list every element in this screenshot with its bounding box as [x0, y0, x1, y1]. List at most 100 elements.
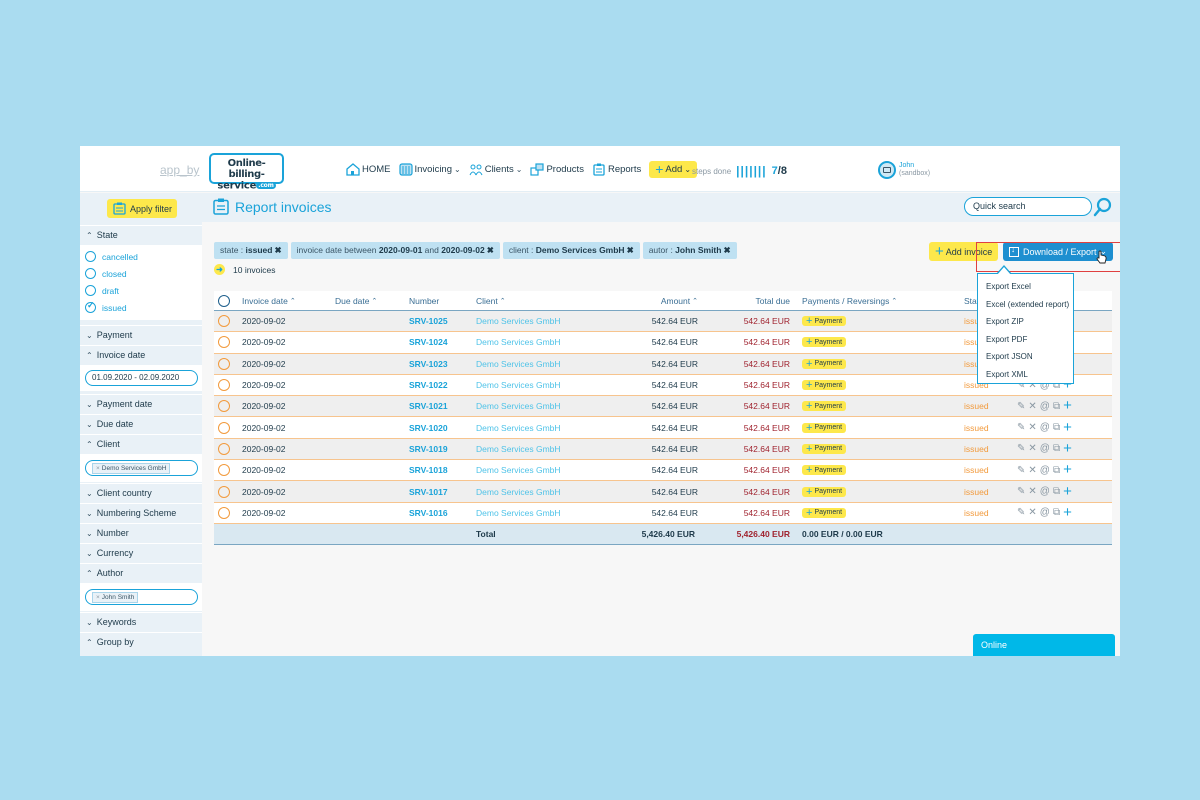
cell-number-link[interactable]: SRV-1020 — [409, 417, 448, 437]
section-due-date[interactable]: ⌄ Due date — [80, 414, 202, 433]
logo[interactable]: Online-billing- service .com — [209, 153, 284, 192]
filter-chip-author[interactable]: autor : John Smith ✖ — [642, 242, 737, 259]
add-payment-button[interactable]: + Payment — [802, 316, 847, 327]
menu-item-export-xml[interactable]: Export XML — [978, 366, 1073, 384]
row-select-checkbox[interactable] — [218, 315, 230, 328]
filter-chip-client[interactable]: client : Demo Services GmbH ✖ — [502, 242, 640, 259]
copy-icon[interactable]: ⧉ — [1053, 422, 1060, 433]
section-payment-date[interactable]: ⌄ Payment date — [80, 394, 202, 413]
cell-client-link[interactable]: Demo Services GmbH — [476, 311, 561, 331]
select-all-checkbox[interactable] — [218, 294, 230, 307]
copy-icon[interactable]: ⧉ — [1053, 465, 1060, 476]
add-icon[interactable]: + — [1063, 420, 1072, 435]
row-select-checkbox[interactable] — [218, 357, 230, 370]
cancel-icon[interactable]: ✕ — [1028, 443, 1036, 454]
edit-icon[interactable]: ✎ — [1017, 401, 1025, 412]
cancel-icon[interactable]: ✕ — [1028, 422, 1036, 433]
section-state[interactable]: ⌃ State — [80, 225, 202, 244]
cell-client-link[interactable]: Demo Services GmbH — [476, 460, 561, 480]
section-numbering-scheme[interactable]: ⌄ Numbering Scheme — [80, 503, 202, 522]
section-number[interactable]: ⌄ Number — [80, 523, 202, 542]
search-icon[interactable] — [1093, 197, 1113, 217]
state-option-draft[interactable]: draft — [80, 282, 202, 299]
add-icon[interactable]: + — [1063, 484, 1072, 499]
col-amount[interactable]: Amount ⌃ — [614, 291, 698, 310]
cancel-icon[interactable]: ✕ — [1028, 465, 1036, 476]
cell-number-link[interactable]: SRV-1016 — [409, 503, 448, 523]
row-select-checkbox[interactable] — [218, 336, 230, 349]
col-due-date[interactable]: Due date ⌃ — [335, 291, 377, 310]
quick-search-input[interactable]: Quick search — [964, 197, 1092, 216]
add-payment-button[interactable]: + Payment — [802, 465, 847, 476]
nav-reports[interactable]: Reports — [592, 163, 641, 176]
nav-invoicing[interactable]: Invoicing ⌄ — [398, 162, 461, 176]
remove-tag-icon[interactable]: × — [96, 465, 100, 472]
col-invoice-date[interactable]: Invoice date ⌃ — [242, 291, 296, 310]
col-client[interactable]: Client ⌃ — [476, 291, 506, 310]
row-select-checkbox[interactable] — [218, 506, 230, 519]
add-payment-button[interactable]: + Payment — [802, 443, 847, 454]
cell-client-link[interactable]: Demo Services GmbH — [476, 503, 561, 523]
row-select-checkbox[interactable] — [218, 400, 230, 413]
row-select-checkbox[interactable] — [218, 464, 230, 477]
author-tag-input[interactable]: × John Smith — [85, 589, 198, 605]
cell-number-link[interactable]: SRV-1025 — [409, 311, 448, 331]
col-payments[interactable]: Payments / Reversings ⌃ — [802, 291, 897, 310]
cell-client-link[interactable]: Demo Services GmbH — [476, 332, 561, 352]
nav-home[interactable]: HOME — [346, 162, 391, 176]
cell-number-link[interactable]: SRV-1017 — [409, 481, 448, 501]
section-client-country[interactable]: ⌄ Client country — [80, 483, 202, 502]
col-number[interactable]: Number — [409, 291, 439, 310]
nav-clients[interactable]: Clients ⌄ — [469, 163, 522, 176]
remove-filter-icon[interactable]: ✖ — [487, 245, 494, 255]
row-select-checkbox[interactable] — [218, 485, 230, 498]
invoice-date-range-input[interactable]: 01.09.2020 - 02.09.2020 — [85, 370, 198, 386]
add-payment-button[interactable]: + Payment — [802, 486, 847, 497]
add-icon[interactable]: + — [1063, 505, 1072, 520]
cell-number-link[interactable]: SRV-1023 — [409, 354, 448, 374]
section-keywords[interactable]: ⌄ Keywords — [80, 612, 202, 631]
cell-number-link[interactable]: SRV-1021 — [409, 396, 448, 416]
client-tag[interactable]: × Demo Services GmbH — [92, 463, 171, 474]
client-tag-input[interactable]: × Demo Services GmbH — [85, 460, 198, 476]
section-client[interactable]: ⌃ Client — [80, 434, 202, 453]
add-icon[interactable]: + — [1063, 441, 1072, 456]
add-payment-button[interactable]: + Payment — [802, 380, 847, 391]
menu-item-export-pdf[interactable]: Export PDF — [978, 331, 1073, 349]
menu-item-export-excel[interactable]: Export Excel — [978, 278, 1073, 296]
filter-chip-invoice-date[interactable]: invoice date between 2020-09-01 and 2020… — [290, 242, 500, 259]
cancel-icon[interactable]: ✕ — [1028, 486, 1036, 497]
add-menu-button[interactable]: + Add ⌄ — [649, 160, 698, 178]
edit-icon[interactable]: ✎ — [1017, 443, 1025, 454]
add-payment-button[interactable]: + Payment — [802, 337, 847, 348]
email-icon[interactable]: @ — [1040, 465, 1050, 476]
section-payment[interactable]: ⌄ Payment — [80, 325, 202, 344]
author-tag[interactable]: × John Smith — [92, 592, 139, 603]
cell-number-link[interactable]: SRV-1022 — [409, 375, 448, 395]
cancel-icon[interactable]: ✕ — [1028, 507, 1036, 518]
cell-client-link[interactable]: Demo Services GmbH — [476, 481, 561, 501]
edit-icon[interactable]: ✎ — [1017, 422, 1025, 433]
chat-online-bar[interactable]: Online — [973, 634, 1115, 656]
section-author[interactable]: ⌃ Author — [80, 563, 202, 582]
apply-filter-button[interactable]: Apply filter — [107, 199, 178, 218]
add-icon[interactable]: + — [1063, 462, 1072, 477]
add-payment-button[interactable]: + Payment — [802, 358, 847, 369]
copy-icon[interactable]: ⧉ — [1053, 507, 1060, 518]
section-group-by[interactable]: ⌃ Group by — [80, 632, 202, 651]
cell-number-link[interactable]: SRV-1018 — [409, 460, 448, 480]
row-select-checkbox[interactable] — [218, 379, 230, 392]
nav-products[interactable]: Products — [530, 162, 584, 176]
cell-number-link[interactable]: SRV-1024 — [409, 332, 448, 352]
col-total-due[interactable]: Total due — [714, 291, 791, 310]
cancel-icon[interactable]: ✕ — [1028, 401, 1036, 412]
edit-icon[interactable]: ✎ — [1017, 486, 1025, 497]
state-option-closed[interactable]: closed — [80, 265, 202, 282]
app-by-link[interactable]: app_by — [160, 163, 199, 177]
copy-icon[interactable]: ⧉ — [1053, 443, 1060, 454]
state-option-cancelled[interactable]: cancelled — [80, 248, 202, 265]
add-payment-button[interactable]: + Payment — [802, 507, 847, 518]
add-icon[interactable]: + — [1063, 398, 1072, 413]
email-icon[interactable]: @ — [1040, 486, 1050, 497]
filter-chip-state[interactable]: state : issued ✖ — [214, 242, 288, 259]
